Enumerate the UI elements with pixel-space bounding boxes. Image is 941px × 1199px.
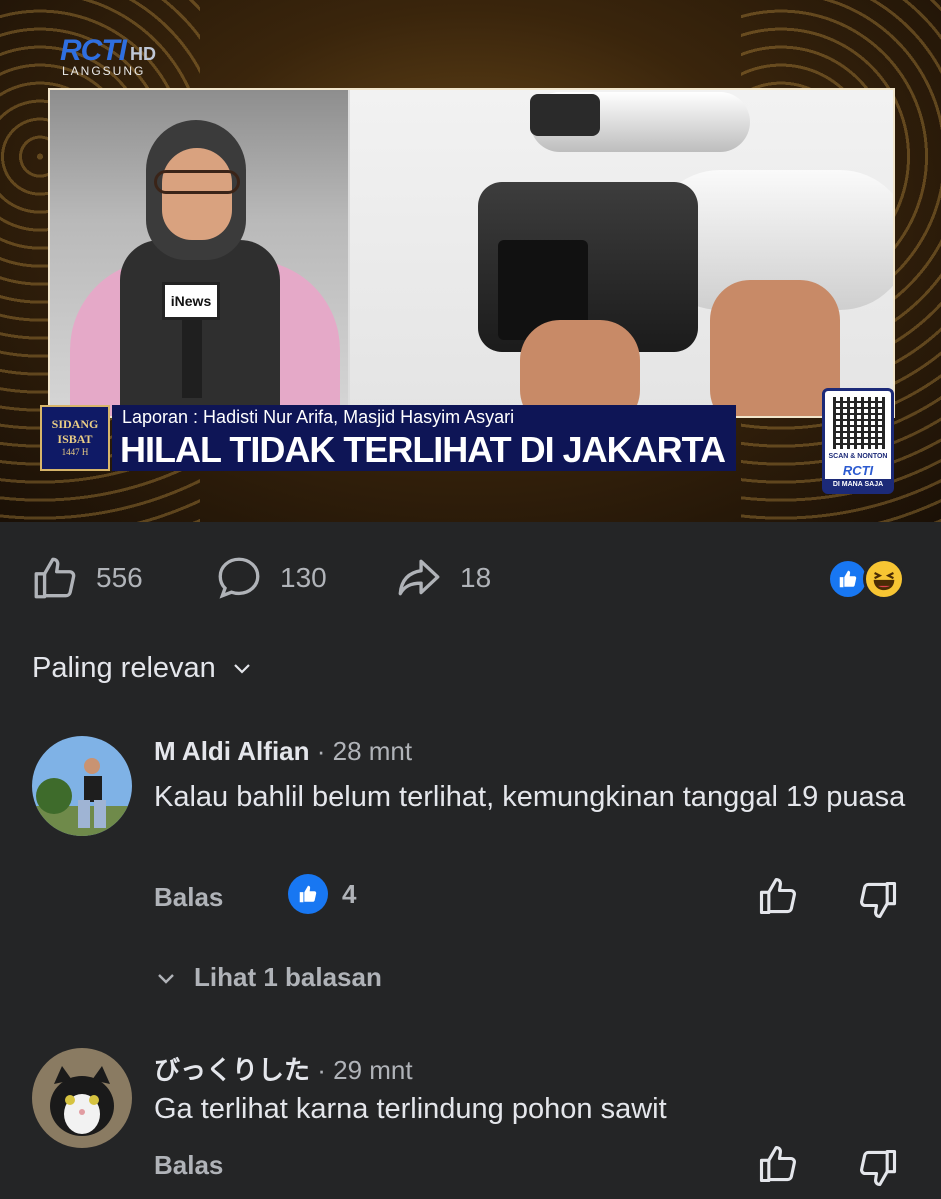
- headline-caption: HILAL TIDAK TERLIHAT DI JAKARTA: [112, 429, 736, 471]
- comment-header: びっくりした · 29 mnt: [154, 1050, 413, 1087]
- share-count: 18: [460, 562, 492, 593]
- reporter-pane: iNews: [50, 90, 348, 416]
- reaction-summary[interactable]: [827, 558, 911, 600]
- comment-text: Ga terlihat karna terlindung pohon sawit: [154, 1093, 667, 1125]
- qr-logo-text: RCTI: [842, 463, 874, 478]
- telescope-pane: [350, 90, 893, 416]
- view-replies-label: Lihat 1 balasan: [194, 962, 382, 992]
- haha-reaction-icon: [863, 558, 905, 600]
- hand-left: [520, 320, 640, 416]
- reporter-caption: Laporan : Hadisti Nur Arifa, Masjid Hasy…: [112, 405, 736, 429]
- sort-dropdown[interactable]: Paling relevan: [32, 648, 254, 688]
- reply-button[interactable]: Balas: [154, 1150, 223, 1181]
- qr-code-icon: [833, 397, 885, 449]
- badge-line2: ISBAT: [57, 432, 93, 446]
- comment-reaction-count[interactable]: 4: [288, 874, 356, 914]
- chevron-down-icon: [158, 973, 174, 984]
- qr-code-box: SCAN & NONTON RCTI DI MANA SAJA: [822, 388, 894, 494]
- view-replies-button[interactable]: Lihat 1 balasan: [154, 962, 382, 993]
- channel-hd-text: HD: [130, 44, 156, 64]
- comment-header: M Aldi Alfian · 28 mnt: [154, 736, 412, 767]
- comment-author[interactable]: びっくりした: [154, 1055, 310, 1085]
- channel-logo: RCTI HD LANGSUNG: [60, 34, 210, 78]
- like-count: 556: [96, 562, 143, 593]
- mic-flag: iNews: [162, 282, 220, 320]
- reporter-face: [162, 148, 232, 240]
- upvote-icon[interactable]: [756, 874, 800, 918]
- badge-line1: SIDANG: [51, 417, 99, 431]
- avatar[interactable]: [32, 1048, 132, 1148]
- comment-count: 130: [280, 562, 327, 593]
- qr-where-text: DI MANA SAJA: [825, 479, 891, 491]
- thumbs-up-icon: [34, 557, 76, 599]
- qr-scan-text: SCAN & NONTON: [828, 453, 888, 460]
- video-player[interactable]: RCTI HD LANGSUNG iNews SIDANG ISBAT 1447 …: [0, 0, 941, 522]
- downvote-icon[interactable]: [856, 1146, 900, 1190]
- telescope-eyepiece: [530, 94, 600, 136]
- comment-button[interactable]: 130: [214, 550, 327, 606]
- comment-time: · 28 mnt: [316, 736, 413, 766]
- like-reaction-icon: [288, 874, 328, 914]
- comment-text: Kalau bahlil belum terlihat, kemungkinan…: [154, 781, 906, 813]
- channel-live-text: LANGSUNG: [62, 64, 146, 78]
- share-arrow-icon: [398, 559, 440, 596]
- comment-author[interactable]: M Aldi Alfian: [154, 736, 310, 766]
- channel-logo-text: RCTI: [60, 34, 127, 67]
- sort-label: Paling relevan: [32, 651, 216, 684]
- sidang-isbat-badge: SIDANG ISBAT 1447 H: [40, 405, 110, 471]
- hand-right: [710, 280, 840, 416]
- upvote-icon[interactable]: [756, 1142, 800, 1186]
- mic-label: iNews: [170, 293, 212, 309]
- comment-bubble-icon: [218, 557, 260, 599]
- action-bar: 556 130 18: [0, 550, 941, 606]
- share-button[interactable]: 18: [394, 550, 491, 606]
- reply-button[interactable]: Balas: [154, 882, 223, 913]
- comment-time: · 29 mnt: [317, 1055, 413, 1085]
- comment-like-count: 4: [342, 878, 357, 909]
- badge-line3: 1447 H: [61, 447, 89, 457]
- reporter-glasses: [154, 170, 240, 194]
- downvote-icon[interactable]: [856, 878, 900, 922]
- chevron-down-icon: [234, 664, 250, 674]
- video-frame: iNews: [48, 88, 895, 418]
- avatar[interactable]: [32, 736, 132, 836]
- mic-handle: [182, 318, 202, 398]
- like-button[interactable]: 556: [30, 550, 143, 606]
